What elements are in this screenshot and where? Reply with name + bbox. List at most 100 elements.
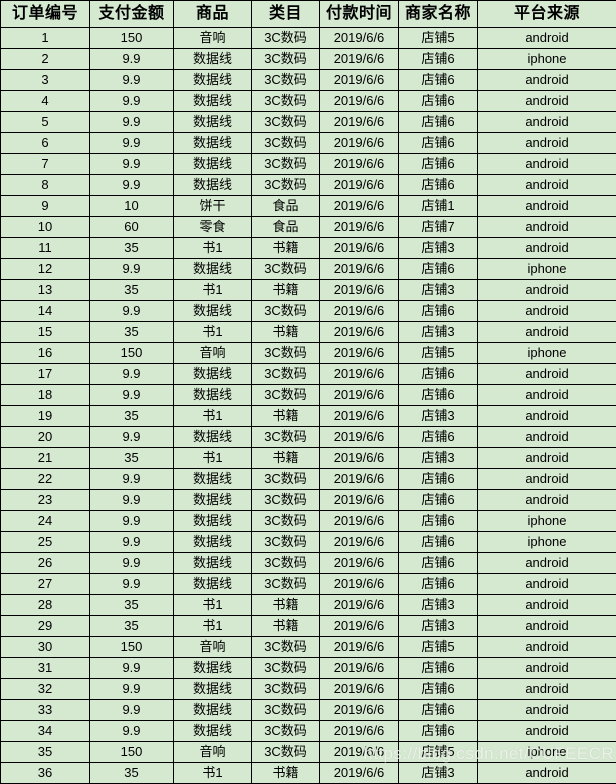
cell-order_id: 8 [1,175,90,196]
cell-product: 书1 [174,406,252,427]
cell-platform: android [478,616,616,637]
cell-shop: 店铺5 [399,343,478,364]
cell-amount: 9.9 [90,490,174,511]
cell-category: 3C数码 [252,133,320,154]
cell-platform: android [478,637,616,658]
cell-category: 3C数码 [252,112,320,133]
table-row: 339.9数据线3C数码2019/6/6店铺6android [1,700,616,721]
cell-amount: 35 [90,280,174,301]
cell-shop: 店铺1 [399,196,478,217]
cell-pay_time: 2019/6/6 [320,112,399,133]
cell-product: 数据线 [174,679,252,700]
cell-order_id: 26 [1,553,90,574]
table-row: 16150音响3C数码2019/6/6店铺5iphone [1,343,616,364]
cell-order_id: 15 [1,322,90,343]
cell-amount: 9.9 [90,469,174,490]
cell-product: 零食 [174,217,252,238]
cell-order_id: 12 [1,259,90,280]
cell-category: 食品 [252,217,320,238]
cell-platform: android [478,679,616,700]
cell-category: 书籍 [252,616,320,637]
cell-category: 3C数码 [252,343,320,364]
cell-product: 书1 [174,280,252,301]
table-row: 2135书1书籍2019/6/6店铺3android [1,448,616,469]
cell-amount: 35 [90,448,174,469]
cell-order_id: 22 [1,469,90,490]
column-header-platform: 平台来源 [478,1,616,28]
cell-shop: 店铺5 [399,742,478,763]
cell-platform: iphone [478,742,616,763]
cell-shop: 店铺3 [399,616,478,637]
cell-amount: 10 [90,196,174,217]
cell-shop: 店铺6 [399,511,478,532]
cell-product: 数据线 [174,175,252,196]
cell-amount: 9.9 [90,133,174,154]
cell-shop: 店铺6 [399,91,478,112]
cell-platform: android [478,364,616,385]
cell-platform: android [478,763,616,784]
cell-pay_time: 2019/6/6 [320,70,399,91]
cell-category: 书籍 [252,406,320,427]
table-row: 3635书1书籍2019/6/6店铺3android [1,763,616,784]
table-row: 910饼干食品2019/6/6店铺1android [1,196,616,217]
cell-shop: 店铺6 [399,658,478,679]
cell-shop: 店铺6 [399,427,478,448]
cell-amount: 35 [90,238,174,259]
cell-category: 3C数码 [252,175,320,196]
cell-amount: 150 [90,637,174,658]
cell-product: 数据线 [174,469,252,490]
cell-shop: 店铺6 [399,574,478,595]
cell-category: 3C数码 [252,511,320,532]
cell-pay_time: 2019/6/6 [320,574,399,595]
cell-order_id: 32 [1,679,90,700]
table-row: 179.9数据线3C数码2019/6/6店铺6android [1,364,616,385]
cell-order_id: 5 [1,112,90,133]
cell-product: 数据线 [174,574,252,595]
cell-category: 3C数码 [252,301,320,322]
cell-amount: 150 [90,28,174,49]
cell-order_id: 18 [1,385,90,406]
cell-category: 3C数码 [252,742,320,763]
cell-shop: 店铺6 [399,700,478,721]
cell-platform: android [478,658,616,679]
table-row: 49.9数据线3C数码2019/6/6店铺6android [1,91,616,112]
cell-amount: 9.9 [90,154,174,175]
cell-product: 书1 [174,448,252,469]
cell-pay_time: 2019/6/6 [320,259,399,280]
cell-amount: 9.9 [90,511,174,532]
cell-category: 3C数码 [252,28,320,49]
table-row: 1335书1书籍2019/6/6店铺3android [1,280,616,301]
cell-amount: 35 [90,595,174,616]
cell-pay_time: 2019/6/6 [320,28,399,49]
cell-product: 数据线 [174,91,252,112]
cell-order_id: 29 [1,616,90,637]
table-row: 79.9数据线3C数码2019/6/6店铺6android [1,154,616,175]
cell-category: 书籍 [252,595,320,616]
cell-order_id: 14 [1,301,90,322]
table-row: 279.9数据线3C数码2019/6/6店铺6android [1,574,616,595]
cell-category: 3C数码 [252,364,320,385]
table-row: 1150音响3C数码2019/6/6店铺5android [1,28,616,49]
cell-shop: 店铺6 [399,385,478,406]
cell-platform: iphone [478,49,616,70]
cell-shop: 店铺6 [399,469,478,490]
cell-shop: 店铺6 [399,364,478,385]
cell-platform: android [478,406,616,427]
cell-product: 书1 [174,238,252,259]
cell-order_id: 27 [1,574,90,595]
table-row: 129.9数据线3C数码2019/6/6店铺6iphone [1,259,616,280]
cell-order_id: 13 [1,280,90,301]
cell-pay_time: 2019/6/6 [320,658,399,679]
cell-product: 数据线 [174,70,252,91]
cell-platform: android [478,70,616,91]
cell-platform: android [478,469,616,490]
cell-order_id: 36 [1,763,90,784]
cell-amount: 9.9 [90,49,174,70]
cell-amount: 9.9 [90,301,174,322]
cell-category: 书籍 [252,448,320,469]
order-table: 订单编号支付金额商品类目付款时间商家名称平台来源 1150音响3C数码2019/… [0,0,616,784]
cell-category: 3C数码 [252,700,320,721]
table-row: 30150音响3C数码2019/6/6店铺5android [1,637,616,658]
table-row: 209.9数据线3C数码2019/6/6店铺6android [1,427,616,448]
cell-category: 3C数码 [252,154,320,175]
